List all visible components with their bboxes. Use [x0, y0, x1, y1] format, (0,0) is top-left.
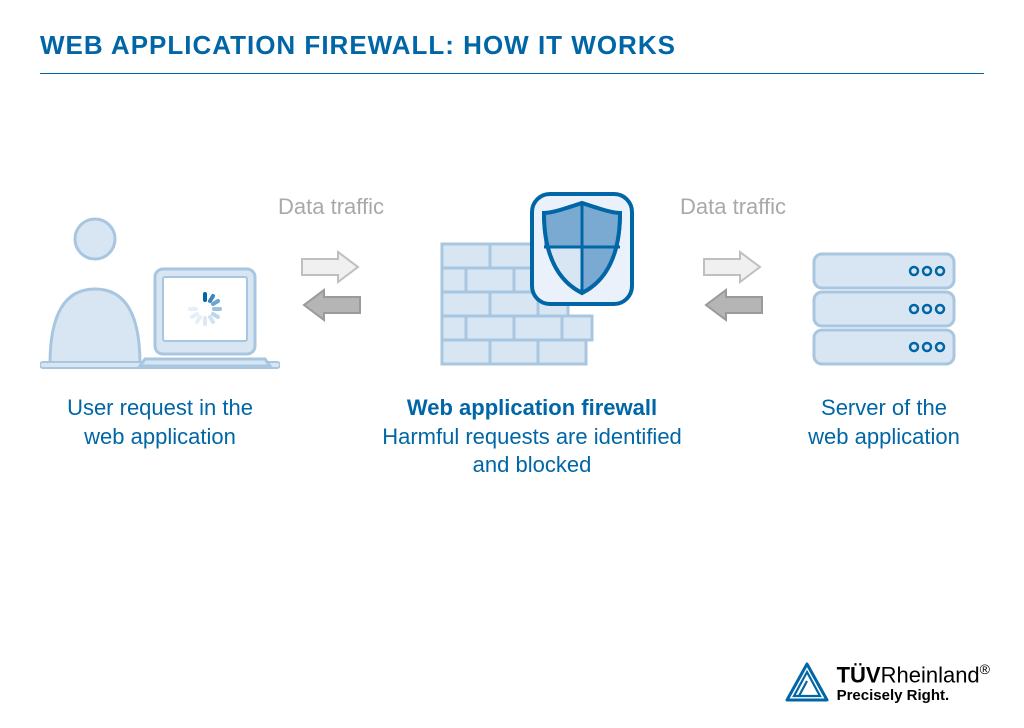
flow-left: Data traffic	[281, 194, 381, 322]
logo-tagline: Precisely Right.	[837, 688, 990, 705]
tuv-triangle-icon	[785, 662, 829, 702]
waf-caption-line1: Harmful requests are identified	[382, 423, 682, 452]
user-laptop-icon	[40, 194, 280, 374]
firewall-shield-icon	[422, 194, 642, 374]
server-caption-line2: web application	[808, 423, 960, 452]
flow-left-label: Data traffic	[278, 194, 384, 220]
tuv-rheinland-logo: TÜVRheinland® Precisely Right.	[785, 662, 990, 704]
user-caption-line1: User request in the	[67, 394, 253, 423]
diagram-row: User request in the web application Data…	[40, 194, 984, 480]
flow-right: Data traffic	[683, 194, 783, 322]
arrow-left-icon	[300, 288, 362, 322]
user-column: User request in the web application	[40, 194, 280, 451]
logo-brand-rest: Rheinland	[881, 662, 980, 687]
flow-right-label: Data traffic	[680, 194, 786, 220]
server-icon	[804, 194, 964, 374]
waf-caption-title: Web application firewall	[382, 394, 682, 423]
server-caption-line1: Server of the	[808, 394, 960, 423]
logo-registered: ®	[980, 661, 990, 677]
waf-column: Web application firewall Harmful request…	[382, 194, 682, 480]
server-column: Server of the web application	[784, 194, 984, 451]
arrow-left-icon	[702, 288, 764, 322]
waf-caption-line2: and blocked	[382, 451, 682, 480]
arrow-right-icon	[702, 250, 764, 284]
user-caption-line2: web application	[67, 423, 253, 452]
arrow-right-icon	[300, 250, 362, 284]
page-title: WEB APPLICATION FIREWALL: HOW IT WORKS	[40, 30, 984, 74]
logo-brand-bold: TÜV	[837, 662, 881, 687]
